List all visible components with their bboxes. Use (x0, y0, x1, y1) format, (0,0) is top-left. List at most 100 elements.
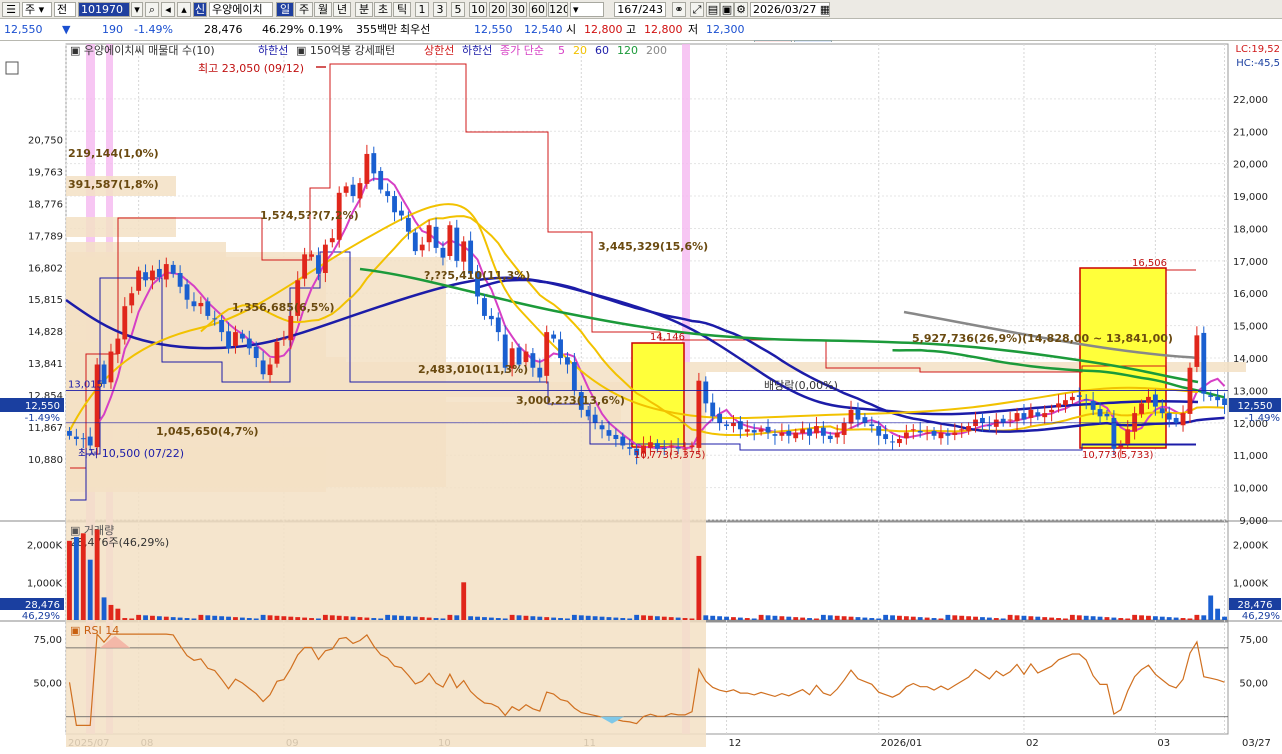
candle-body (205, 301, 211, 316)
volume-bar (786, 616, 792, 620)
candle-body (1166, 413, 1172, 420)
candle-body (890, 441, 895, 443)
legend-pattern: ▣ 150억봉 강세패턴 (296, 44, 395, 57)
stock-name[interactable]: 우양에이치 (209, 2, 273, 17)
volume-bar (959, 615, 965, 620)
candle-body (1083, 399, 1089, 401)
candle-body (571, 362, 577, 391)
interval-input[interactable]: ▾ (570, 2, 604, 17)
candle-body (945, 433, 951, 436)
date-field[interactable]: 2026/03/27 ▦ (750, 2, 830, 17)
volume-bar (855, 617, 861, 620)
code-dropdown-icon[interactable]: ▾ (131, 2, 143, 17)
volume-bar (267, 615, 273, 620)
right-y-tick: 16,000 (1233, 289, 1268, 300)
volume-bar (1090, 616, 1096, 620)
candle-body (952, 432, 958, 435)
tab-year[interactable]: 년 (333, 2, 351, 17)
candle-body (364, 153, 370, 184)
volume-bar (198, 614, 204, 620)
volume-bar (1215, 608, 1221, 620)
volume-bar (288, 616, 294, 620)
right-y-tick: 9,000 (1239, 516, 1268, 527)
candle-body (551, 334, 557, 339)
volume-bar (675, 617, 681, 620)
chart-tool-icon[interactable]: ⤢ (690, 2, 704, 17)
volume-bar (419, 617, 425, 620)
period-select[interactable]: 전 (54, 2, 76, 17)
left-y-tick: 13,841 (28, 359, 63, 370)
interval-1[interactable]: 1 (415, 2, 429, 17)
tab-second[interactable]: 초 (374, 2, 392, 17)
candle-body (1028, 409, 1034, 418)
volume-bar (530, 616, 536, 620)
candle-body (827, 435, 833, 440)
volume-bar (336, 615, 342, 620)
volume-bar (87, 559, 93, 620)
dividend-label: 배당락(0,00%) (764, 379, 838, 392)
interval-10[interactable]: 10 (469, 2, 487, 17)
quote-open: 12,800 (584, 23, 623, 36)
candle-body (447, 225, 453, 256)
save-icon[interactable]: ▣ (720, 2, 734, 17)
interval-30[interactable]: 30 (509, 2, 527, 17)
print-icon[interactable]: ▤ (706, 2, 720, 17)
interval-20[interactable]: 20 (489, 2, 507, 17)
last-volume-label-right: 28,476 (1238, 600, 1273, 611)
price-chart[interactable]: 2025/0708091011122026/01020303/2722,0002… (0, 42, 1282, 754)
candle-body (1056, 403, 1061, 408)
candle-body (115, 338, 121, 354)
volume-bar (253, 618, 259, 620)
tab-month[interactable]: 월 (314, 2, 332, 17)
search-icon[interactable]: ⌕ (145, 2, 159, 17)
volume-bar (412, 616, 418, 620)
volume-bar (191, 618, 197, 620)
legend-lower: 하한선 (258, 43, 288, 57)
interval-60[interactable]: 60 (529, 2, 547, 17)
speaker-icon[interactable]: ◂ (161, 2, 175, 17)
volume-bar (129, 618, 135, 620)
tab-minute[interactable]: 분 (355, 2, 373, 17)
quote-bid: 12,540 (524, 23, 563, 36)
volume-bar (1014, 615, 1020, 620)
candle-body (758, 429, 764, 432)
market-select[interactable]: 주 ▾ (22, 2, 52, 17)
candle-body (544, 332, 550, 376)
volume-bar (392, 615, 397, 620)
quote-bar: 12,550 ▼ 190 -1.49% 28,476 46.29% 0.19% … (0, 19, 1282, 58)
volume-bar (938, 618, 944, 620)
last-price-label: 12,550 (1238, 401, 1273, 412)
interval-3[interactable]: 3 (433, 2, 447, 17)
tab-day[interactable]: 일 (276, 2, 294, 17)
volume-bar (143, 615, 148, 620)
candle-body (350, 184, 356, 197)
candle-body (322, 244, 328, 273)
legend-ma-20: 20 (573, 44, 587, 57)
arrow-icon[interactable]: ▴ (177, 2, 191, 17)
page-counter: 167/243 (614, 2, 666, 17)
volume-bar (648, 615, 653, 620)
menu-icon[interactable]: ☰ (2, 2, 20, 17)
candle-body (793, 432, 799, 439)
candle-body (648, 442, 653, 448)
gear-icon[interactable]: ⚙ (734, 2, 748, 17)
volume-bar (862, 617, 868, 620)
volume-bar (973, 616, 978, 620)
tab-tick[interactable]: 틱 (393, 2, 411, 17)
volume-bar (1069, 614, 1075, 620)
candle-body (703, 381, 709, 404)
volume-bar (350, 616, 356, 620)
link-icon[interactable]: ⚭ (672, 2, 686, 17)
tab-week[interactable]: 주 (295, 2, 313, 17)
period-label: 전 (57, 3, 68, 16)
volume-bar (931, 618, 937, 620)
code-input[interactable]: 101970 (78, 2, 130, 17)
volume-bar (475, 616, 480, 620)
volume-bar (274, 615, 280, 620)
interval-120[interactable]: 120 (548, 2, 568, 17)
interval-5[interactable]: 5 (451, 2, 465, 17)
candle-body (274, 341, 280, 364)
x-tick-label: 02 (1026, 738, 1039, 749)
toolbar: ☰ 주 ▾ 전 101970 ▾ ⌕ ◂ ▴ 신 우양에이치 일 주 월 년 분… (0, 0, 1282, 19)
candle-body (1152, 394, 1158, 407)
